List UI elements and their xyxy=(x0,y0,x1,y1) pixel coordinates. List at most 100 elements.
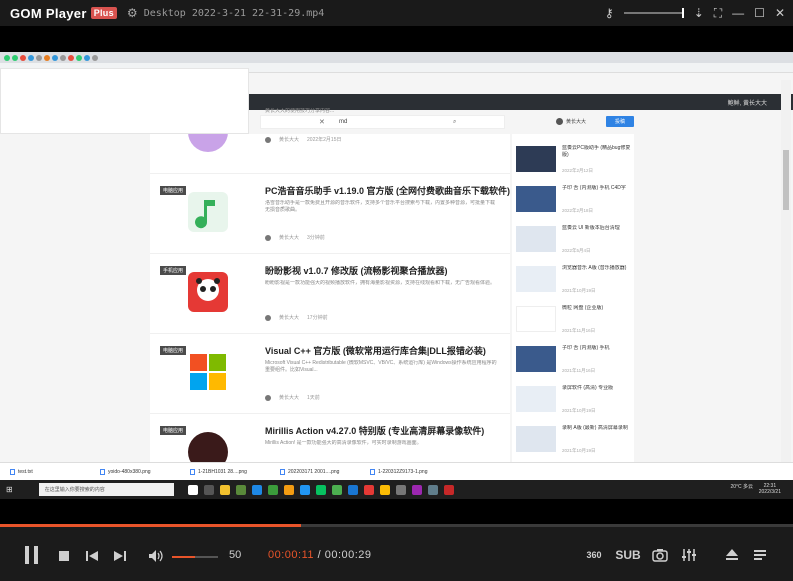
download-item[interactable]: test.txt xyxy=(10,468,90,475)
weather-text[interactable]: 20°C 多云 xyxy=(730,483,753,490)
page-scrollbar[interactable] xyxy=(781,80,791,470)
panda-icon xyxy=(188,272,228,312)
sidebar-article[interactable]: 微粒 网盘 (企业版) 2021年11月16日 xyxy=(516,304,632,340)
pin-icon[interactable]: ⇣ xyxy=(694,6,704,20)
next-button[interactable] xyxy=(113,549,127,563)
avatar xyxy=(556,118,563,125)
app-icon[interactable] xyxy=(235,484,246,495)
app-logo-text: GOM Player xyxy=(10,5,87,21)
vr-360-button[interactable]: 360 xyxy=(582,543,606,567)
sidebar-article-title[interactable]: 子印 吾 (内测版) 手机 C4D字 xyxy=(562,185,632,206)
author-avatar xyxy=(265,136,271,143)
stop-button[interactable] xyxy=(58,550,70,562)
sidebar-article[interactable]: 录屏软件 (高清) 专业版 2021年10月19日 xyxy=(516,384,632,420)
task-view-icon[interactable] xyxy=(187,484,198,495)
sidebar-article[interactable]: 录制 A版 (最新) 高清屏幕录制 2021年10月19日 xyxy=(516,424,632,460)
list-item[interactable]: 手机应用 盼盼影视 v1.0.7 修改版 (流畅影视聚合播放器) 盼盼影视是一款… xyxy=(150,254,510,334)
opacity-slider-handle[interactable] xyxy=(681,8,684,18)
camera-icon[interactable] xyxy=(652,547,668,563)
article-title[interactable]: PC浩音音乐助手 v1.19.0 官方版 (全网付费歌曲音乐下载软件) xyxy=(265,184,510,197)
maximize-icon[interactable]: ☐ xyxy=(754,6,765,20)
article-title[interactable]: 盼盼影视 v1.0.7 修改版 (流畅影视聚合播放器) xyxy=(265,264,448,277)
sidebar-article-title[interactable]: 蓝奏云PC版助手 (精品bug修复版) xyxy=(562,145,632,166)
download-item[interactable]: 1-21BH1031 28....png xyxy=(190,468,270,475)
list-item[interactable]: 电脑应用 Visual C++ 官方版 (微软常用运行库合集|DLL报错必装) … xyxy=(150,334,510,414)
app-icon[interactable] xyxy=(203,484,214,495)
app-icon[interactable] xyxy=(331,484,342,495)
sidebar-article[interactable]: 蓝奏云PC版助手 (精品bug修复版) 2022年2月12日 xyxy=(516,144,632,180)
folder-icon[interactable] xyxy=(219,484,230,495)
thumbnail xyxy=(516,426,556,452)
scrollbar-thumb[interactable] xyxy=(783,150,789,210)
windows-logo-icon xyxy=(188,352,228,392)
list-item[interactable]: 电脑应用 PC浩音音乐助手 v1.19.0 官方版 (全网付费歌曲音乐下载软件)… xyxy=(150,174,510,254)
sidebar-article[interactable]: 蓝奏云 UI 新版本后台清理 2022年5月4日 xyxy=(516,224,632,260)
key-icon[interactable]: ⚷ xyxy=(605,6,614,20)
app-icon[interactable] xyxy=(299,484,310,495)
pause-button[interactable] xyxy=(22,544,42,566)
category-badge[interactable]: 电脑应用 xyxy=(160,186,187,195)
equalizer-icon[interactable] xyxy=(681,547,697,563)
title-bar[interactable]: GOM Player Plus ⚙ Desktop 2022-3-21 22-3… xyxy=(0,0,793,26)
chrome-icon[interactable] xyxy=(379,484,390,495)
article-time: 2022年2月15日 xyxy=(307,137,342,143)
article-title[interactable]: Mirillis Action v4.27.0 特别版 (专业高清屏幕录像软件) xyxy=(265,424,484,437)
category-badge[interactable]: 电脑应用 xyxy=(160,346,187,355)
close-icon[interactable]: ✕ xyxy=(775,6,785,20)
download-item[interactable]: 202203171 2001....png xyxy=(280,468,360,475)
article-meta: 黄长大大 1天前 xyxy=(265,394,320,401)
download-filename: yoido-480x380.png xyxy=(108,468,151,475)
app-icon[interactable] xyxy=(443,484,454,495)
category-badge[interactable]: 手机应用 xyxy=(160,266,187,275)
sidebar-article-title[interactable]: 微粒 网盘 (企业版) xyxy=(562,305,632,326)
download-filename: 202203171 2001....png xyxy=(288,468,340,475)
fullscreen-icon[interactable]: ⛶ xyxy=(714,6,722,21)
previous-button[interactable] xyxy=(85,549,99,563)
volume-slider[interactable] xyxy=(172,556,218,558)
article-title[interactable]: Visual C++ 官方版 (微软常用运行库合集|DLL报错必装) xyxy=(265,344,486,357)
app-icon[interactable] xyxy=(363,484,374,495)
site-user[interactable]: 黄长大大 xyxy=(556,118,586,125)
app-icon[interactable] xyxy=(267,484,278,495)
download-item[interactable]: yoido-480x380.png xyxy=(100,468,180,475)
category-badge[interactable]: 电脑应用 xyxy=(160,426,187,435)
taskbar-clock[interactable]: 22:31 2022/3/21 xyxy=(759,483,781,495)
download-item[interactable]: 1-220312Z9173-1.png xyxy=(370,468,450,475)
download-filename: test.txt xyxy=(18,468,33,475)
app-icon[interactable] xyxy=(411,484,422,495)
minimize-icon[interactable]: — xyxy=(732,6,744,20)
sidebar-article-title[interactable]: 子印 吾 (内测版) 手机 xyxy=(562,345,632,366)
tab-favicon-icon xyxy=(76,54,82,61)
app-icon[interactable] xyxy=(427,484,438,495)
tab-favicon-icon xyxy=(12,54,18,61)
sidebar-article[interactable]: 子印 吾 (内测版) 手机 C4D字 2022年2月18日 xyxy=(516,184,632,220)
thumbnail xyxy=(516,186,556,212)
article-time: 3分钟前 xyxy=(307,235,325,241)
tab-favicon-icon xyxy=(28,54,34,61)
sidebar-article-title[interactable]: 蓝奏云 UI 新版本后台清理 xyxy=(562,225,632,246)
app-icon[interactable] xyxy=(395,484,406,495)
upload-button[interactable]: 投稿 xyxy=(606,116,634,127)
sidebar-article-title[interactable]: 录制 A版 (最新) 高清屏幕录制 xyxy=(562,425,632,446)
app-icon[interactable] xyxy=(347,484,358,495)
app-icon[interactable] xyxy=(283,484,294,495)
playlist-icon[interactable] xyxy=(752,547,768,563)
gear-icon[interactable]: ⚙ xyxy=(127,6,138,20)
sidebar-article[interactable]: 浏览器音乐 A版 (音乐播放器) 2021年10月19日 xyxy=(516,264,632,300)
taskbar-search[interactable]: 在这里输入你要搜索的内容 xyxy=(38,483,174,496)
volume-icon[interactable] xyxy=(148,548,164,564)
video-frame[interactable]: 鲍鲜, 黄长大大 ✕ md ⌕ 黄长大大 投稿 黄长大大的使用技巧分享内容...… xyxy=(0,52,793,499)
eject-icon[interactable] xyxy=(724,547,740,563)
wechat-icon[interactable] xyxy=(315,484,326,495)
thumbnail xyxy=(516,386,556,412)
file-icon xyxy=(370,468,375,475)
edge-icon[interactable] xyxy=(251,484,262,495)
tab-favicon-icon xyxy=(44,54,50,61)
sidebar-article-title[interactable]: 录屏软件 (高清) 专业版 xyxy=(562,385,632,406)
sidebar-article[interactable]: 子印 吾 (内测版) 手机 2021年11月16日 xyxy=(516,344,632,380)
opacity-slider[interactable] xyxy=(623,8,684,18)
windows-start-icon[interactable]: ⊞ xyxy=(6,485,13,494)
app-logo[interactable]: GOM Player Plus xyxy=(10,6,117,21)
sidebar-article-title[interactable]: 浏览器音乐 A版 (音乐播放器) xyxy=(562,265,632,286)
subtitle-button[interactable]: SUB xyxy=(615,545,640,565)
